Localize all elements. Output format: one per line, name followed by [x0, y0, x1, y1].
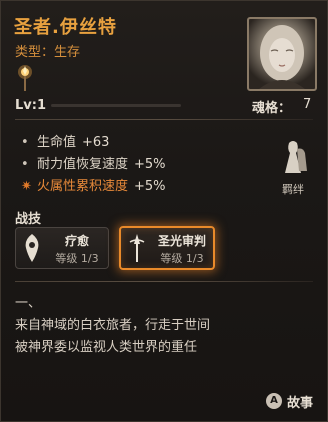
character-name: 圣者.伊丝特: [14, 17, 117, 38]
level-progress-bar: [51, 104, 181, 107]
stat-list: • 生命值 +63 • 耐力值恢复速度 +5% ✷ 火属性累积速度 +5%: [21, 132, 166, 198]
skills-title: 战技: [15, 212, 42, 227]
dot-icon: •: [21, 135, 29, 150]
skill-level: 等级 1/3: [55, 252, 99, 265]
dot-icon: •: [21, 157, 29, 172]
soul-value: 7: [303, 97, 312, 112]
button-a-icon: A: [266, 393, 282, 409]
bond-button[interactable]: 羁绊: [271, 139, 315, 197]
character-detail-panel: 圣者.伊丝特 类型：生存 Lv:1 魂格： 7 • 生命值 +63 • 耐力值恢复速度…: [0, 0, 328, 422]
story-label: 故事: [287, 395, 314, 411]
soul-label: 魂格：: [252, 101, 292, 116]
character-portrait: [247, 17, 317, 91]
skill-heal[interactable]: 疗愈 等级 1/3: [15, 227, 109, 269]
character-type: 类型：生存: [15, 45, 81, 60]
divider-bottom: [15, 281, 313, 282]
stat-label: 火属性累积速度: [37, 179, 129, 194]
bond-figure-icon: [285, 141, 307, 173]
lore-line: 一、: [15, 296, 42, 311]
lore-line: 被神界委以监视人类世界的重任: [15, 340, 198, 355]
stat-value: +63: [82, 135, 110, 150]
stat-fire-buildup: ✷ 火属性累积速度 +5%: [21, 176, 166, 198]
torch-icon: [18, 65, 32, 91]
skill-name: 圣光审判: [157, 234, 206, 248]
skill-name: 疗愈: [64, 234, 89, 248]
stat-label: 耐力值恢复速度: [37, 157, 129, 172]
level-label: Lv:1: [15, 98, 47, 113]
fire-burst-icon: ✷: [21, 179, 32, 194]
stat-value: +5%: [134, 179, 166, 194]
stat-value: +5%: [134, 157, 166, 172]
skill-level: 等级 1/3: [160, 252, 204, 265]
heal-skill-icon: [25, 234, 39, 262]
divider-top: [15, 119, 313, 120]
skill-holy-judgement[interactable]: 圣光审判 等级 1/3: [119, 226, 215, 270]
stat-hp: • 生命值 +63: [21, 132, 166, 154]
lore-line: 来自神域的白衣旅者，行走于世间: [15, 318, 211, 333]
stat-label: 生命值: [37, 135, 77, 150]
holy-judgement-skill-icon: [129, 234, 145, 262]
lore-description: 一、 来自神域的白衣旅者，行走于世间 被神界委以监视人类世界的重任: [15, 293, 210, 359]
story-button[interactable]: A 故事: [266, 391, 313, 411]
stat-stamina-regen: • 耐力值恢复速度 +5%: [21, 154, 166, 176]
bond-label: 羁绊: [282, 183, 304, 196]
